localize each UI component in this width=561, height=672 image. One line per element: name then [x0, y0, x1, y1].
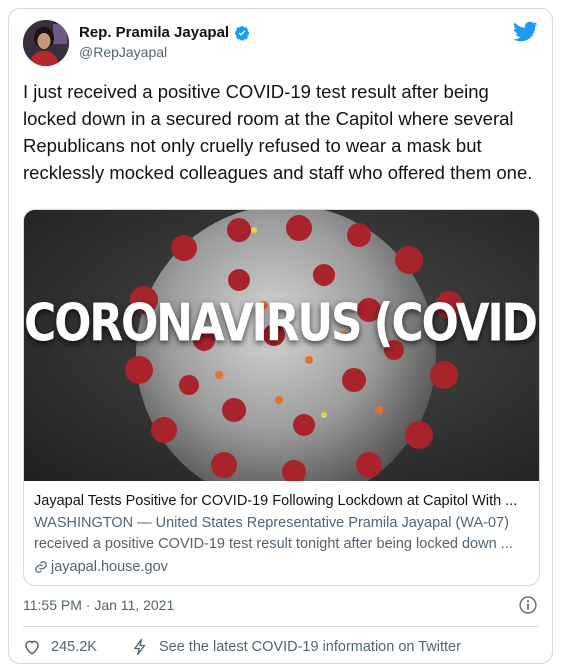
tweet-embed: Rep. Pramila Jayapal @RepJayapal I just … [8, 8, 553, 664]
link-domain[interactable]: jayapal.house.gov [51, 557, 168, 577]
author-avatar[interactable] [23, 20, 69, 66]
link-domain-row[interactable]: jayapal.house.gov [34, 557, 529, 577]
tweet-timestamp[interactable]: 11:55 PM · Jan 11, 2021 [23, 597, 174, 613]
author-name[interactable]: Rep. Pramila Jayapal [79, 24, 229, 41]
heart-icon [25, 640, 39, 655]
link-icon [35, 561, 47, 573]
link-preview-image: CORONAVIRUS (COVID-19) [24, 210, 539, 481]
verified-badge-icon [235, 25, 250, 41]
link-description: WASHINGTON — United States Representativ… [34, 515, 513, 552]
like-count: 245.2K [51, 639, 97, 655]
lightning-icon [134, 638, 146, 656]
twitter-bird-icon[interactable] [513, 21, 538, 43]
covid-info-text[interactable]: See the latest COVID-19 information on T… [159, 639, 461, 655]
link-preview-card[interactable]: CORONAVIRUS (COVID-19) Jayapal Tests Pos… [23, 209, 540, 586]
tweet-actions: 245.2K See the latest COVID-19 informati… [23, 636, 461, 658]
image-headline: CORONAVIRUS (COVID-19) [24, 293, 539, 354]
divider [23, 626, 538, 627]
author-handle[interactable]: @RepJayapal [79, 44, 167, 60]
tweet-text: I just received a positive COVID-19 test… [23, 81, 533, 183]
info-icon[interactable] [518, 595, 538, 615]
covid-info-link[interactable]: See the latest COVID-19 information on T… [131, 638, 461, 656]
like-button[interactable]: 245.2K [23, 638, 97, 656]
user-avatar-icon [23, 20, 69, 66]
link-title[interactable]: Jayapal Tests Positive for COVID-19 Foll… [34, 491, 529, 511]
